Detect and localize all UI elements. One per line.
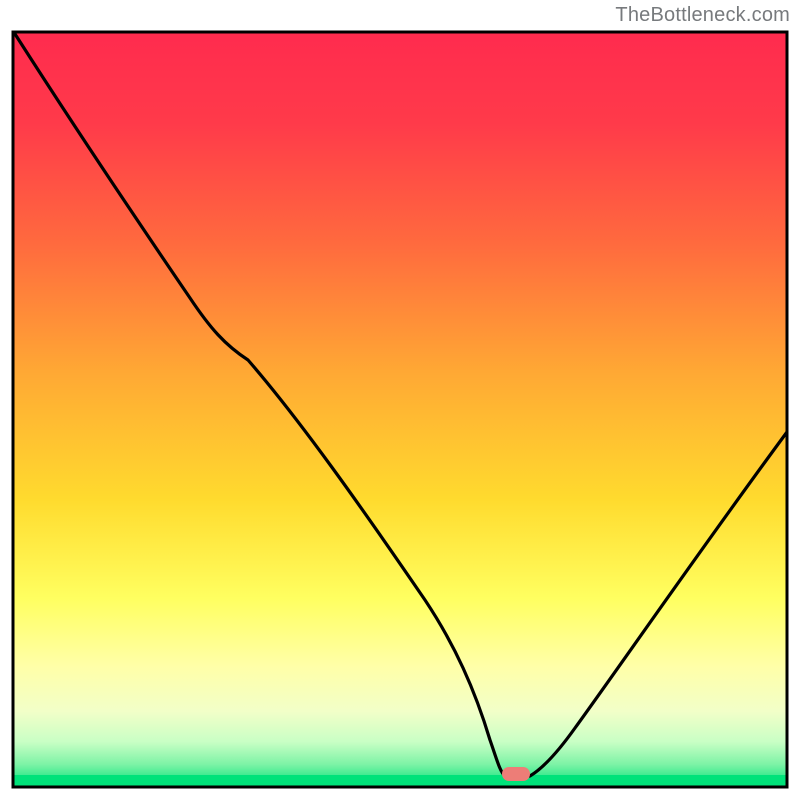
- chart-stage: TheBottleneck.com: [0, 0, 800, 800]
- optimal-marker: [502, 767, 530, 781]
- gradient-background: [13, 32, 787, 787]
- chart-svg: [0, 0, 800, 800]
- green-baseline: [13, 775, 787, 787]
- watermark-text: TheBottleneck.com: [615, 4, 790, 27]
